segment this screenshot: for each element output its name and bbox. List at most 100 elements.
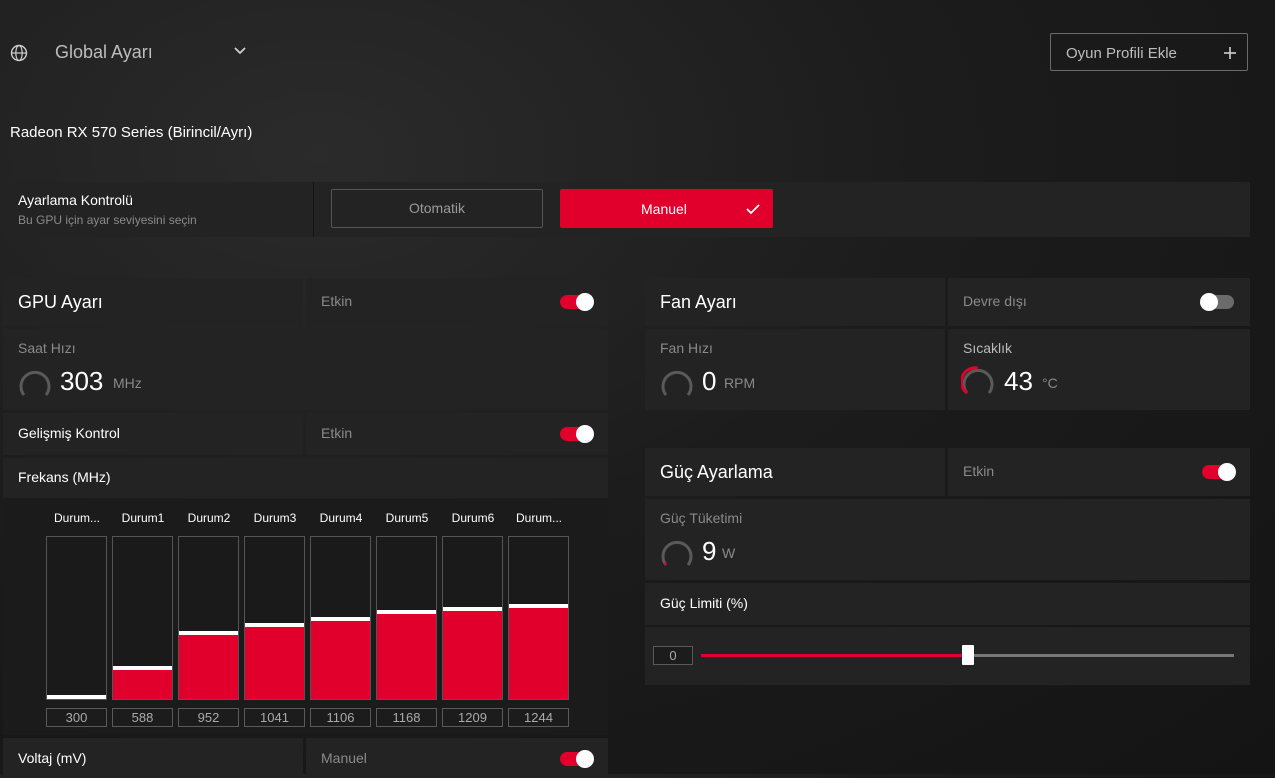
advanced-control-label: Gelişmiş Kontrol	[18, 425, 120, 441]
fan-speed-panel: Fan Hızı 0 RPM	[645, 329, 945, 410]
state-frequency-input[interactable]: 588	[112, 708, 173, 727]
profile-selector[interactable]: Global Ayarı	[55, 42, 255, 64]
advanced-control-toggle[interactable]	[560, 425, 594, 443]
gpu-tuning-status: Etkin	[321, 293, 353, 309]
advanced-control-label-cell: Gelişmiş Kontrol	[3, 413, 303, 455]
temperature-panel: Sıcaklık 43 °C	[948, 329, 1250, 410]
state-bar[interactable]	[244, 536, 305, 700]
fan-tuning-status: Devre dışı	[963, 293, 1027, 309]
clock-speed-value: 303	[60, 366, 104, 396]
state-frequency-input[interactable]: 1244	[508, 708, 569, 727]
chevron-down-icon	[233, 44, 247, 63]
state-frequency-input[interactable]: 1168	[376, 708, 437, 727]
power-tuning-header: Güç Ayarlama	[645, 448, 945, 496]
state-frequency-input[interactable]: 1209	[442, 708, 503, 727]
power-gauge-icon	[660, 537, 693, 567]
tuning-control-subtitle: Bu GPU için ayar seviyesini seçin	[18, 213, 197, 227]
add-game-profile-button[interactable]: Oyun Profili Ekle	[1050, 33, 1248, 71]
fan-tuning-header: Fan Ayarı	[645, 278, 945, 326]
voltage-label: Voltaj (mV)	[18, 750, 87, 766]
gpu-tuning-toggle[interactable]	[560, 293, 594, 311]
advanced-control-status-cell: Etkin	[306, 413, 608, 455]
state-bar-handle[interactable]	[377, 610, 436, 614]
fan-tuning-title: Fan Ayarı	[660, 292, 737, 312]
state-label: Durum3	[253, 511, 297, 525]
state-frequency-input[interactable]: 300	[46, 708, 107, 727]
power-limit-slider[interactable]	[701, 645, 1234, 665]
state-bar[interactable]	[442, 536, 503, 700]
power-tuning-toggle[interactable]	[1202, 463, 1236, 481]
state-bar-fill	[509, 608, 568, 699]
state-bar[interactable]	[46, 536, 107, 700]
voltage-label-cell: Voltaj (mV)	[3, 738, 303, 778]
fan-speed-unit: RPM	[724, 375, 756, 391]
slider-fill	[701, 654, 968, 657]
check-icon	[746, 202, 760, 220]
clock-speed-label: Saat Hızı	[18, 340, 76, 356]
manual-button[interactable]: Manuel	[560, 189, 773, 228]
state-bar-handle[interactable]	[179, 631, 238, 635]
state-label: Durum...	[515, 511, 562, 525]
power-limit-slider-row: 0	[645, 627, 1250, 685]
voltage-status: Manuel	[321, 750, 367, 766]
fan-gauge-icon	[660, 367, 693, 397]
power-limit-header: Güç Limiti (%)	[645, 583, 1250, 625]
temperature-label: Sıcaklık	[963, 340, 1013, 356]
fan-tuning-toggle[interactable]	[1200, 293, 1234, 311]
state-bar[interactable]	[178, 536, 239, 700]
state-frequency-input[interactable]: 952	[178, 708, 239, 727]
power-limit-input[interactable]: 0	[653, 646, 693, 665]
voltage-status-cell: Manuel	[306, 738, 608, 778]
state-bar-handle[interactable]	[311, 617, 370, 621]
profile-selector-label: Global Ayarı	[55, 42, 153, 62]
temperature-value: 43	[1004, 366, 1033, 396]
state-frequency-input[interactable]: 1041	[244, 708, 305, 727]
power-limit-input-value: 0	[669, 648, 677, 663]
power-tuning-status: Etkin	[963, 463, 995, 479]
state-bar[interactable]	[112, 536, 173, 700]
state-bar-fill	[245, 627, 304, 699]
state-label: Durum2	[187, 511, 231, 525]
state-bar-handle[interactable]	[509, 604, 568, 608]
state-bar-fill	[443, 611, 502, 699]
temperature-unit: °C	[1042, 375, 1058, 391]
gpu-tuning-title: GPU Ayarı	[18, 292, 103, 312]
frequency-title: Frekans (MHz)	[18, 469, 111, 485]
temperature-gauge-icon	[959, 365, 994, 395]
state-bar-fill	[113, 670, 172, 699]
state-bar-handle[interactable]	[245, 623, 304, 627]
state-bar-handle[interactable]	[47, 695, 106, 699]
power-consumption-label: Güç Tüketimi	[660, 510, 743, 526]
state-label: Durum5	[385, 511, 429, 525]
globe-icon	[10, 44, 28, 62]
tuning-control-title: Ayarlama Kontrolü	[18, 192, 133, 208]
state-bar-handle[interactable]	[113, 666, 172, 670]
state-label: Durum6	[451, 511, 495, 525]
clock-speed-panel: Saat Hızı 303 MHz	[3, 329, 608, 410]
fan-tuning-status-cell: Devre dışı	[948, 278, 1250, 326]
clock-speed-unit: MHz	[113, 375, 142, 391]
state-label: Durum4	[319, 511, 363, 525]
slider-thumb[interactable]	[961, 645, 974, 665]
power-tuning-status-cell: Etkin	[948, 448, 1250, 496]
voltage-toggle[interactable]	[560, 750, 594, 768]
fan-speed-label: Fan Hızı	[660, 340, 713, 356]
device-name: Radeon RX 570 Series (Birincil/Ayrı)	[10, 124, 253, 141]
state-bar[interactable]	[310, 536, 371, 700]
state-label: Durum...	[53, 511, 100, 525]
plus-icon	[1223, 46, 1237, 65]
state-bar-handle[interactable]	[443, 607, 502, 611]
fan-speed-value: 0	[702, 366, 717, 396]
state-bar[interactable]	[376, 536, 437, 700]
state-bar[interactable]	[508, 536, 569, 700]
state-bar-fill	[311, 621, 370, 699]
auto-button-label: Otomatik	[408, 200, 465, 216]
state-frequency-input[interactable]: 1106	[310, 708, 371, 727]
gpu-tuning-status-cell: Etkin	[306, 278, 608, 326]
state-bar-fill	[179, 635, 238, 699]
advanced-control-status: Etkin	[321, 425, 353, 441]
power-tuning-title: Güç Ayarlama	[660, 462, 773, 482]
power-consumption-value: 9	[702, 536, 717, 566]
auto-button[interactable]: Otomatik	[331, 189, 543, 228]
power-consumption-unit: W	[722, 545, 736, 561]
